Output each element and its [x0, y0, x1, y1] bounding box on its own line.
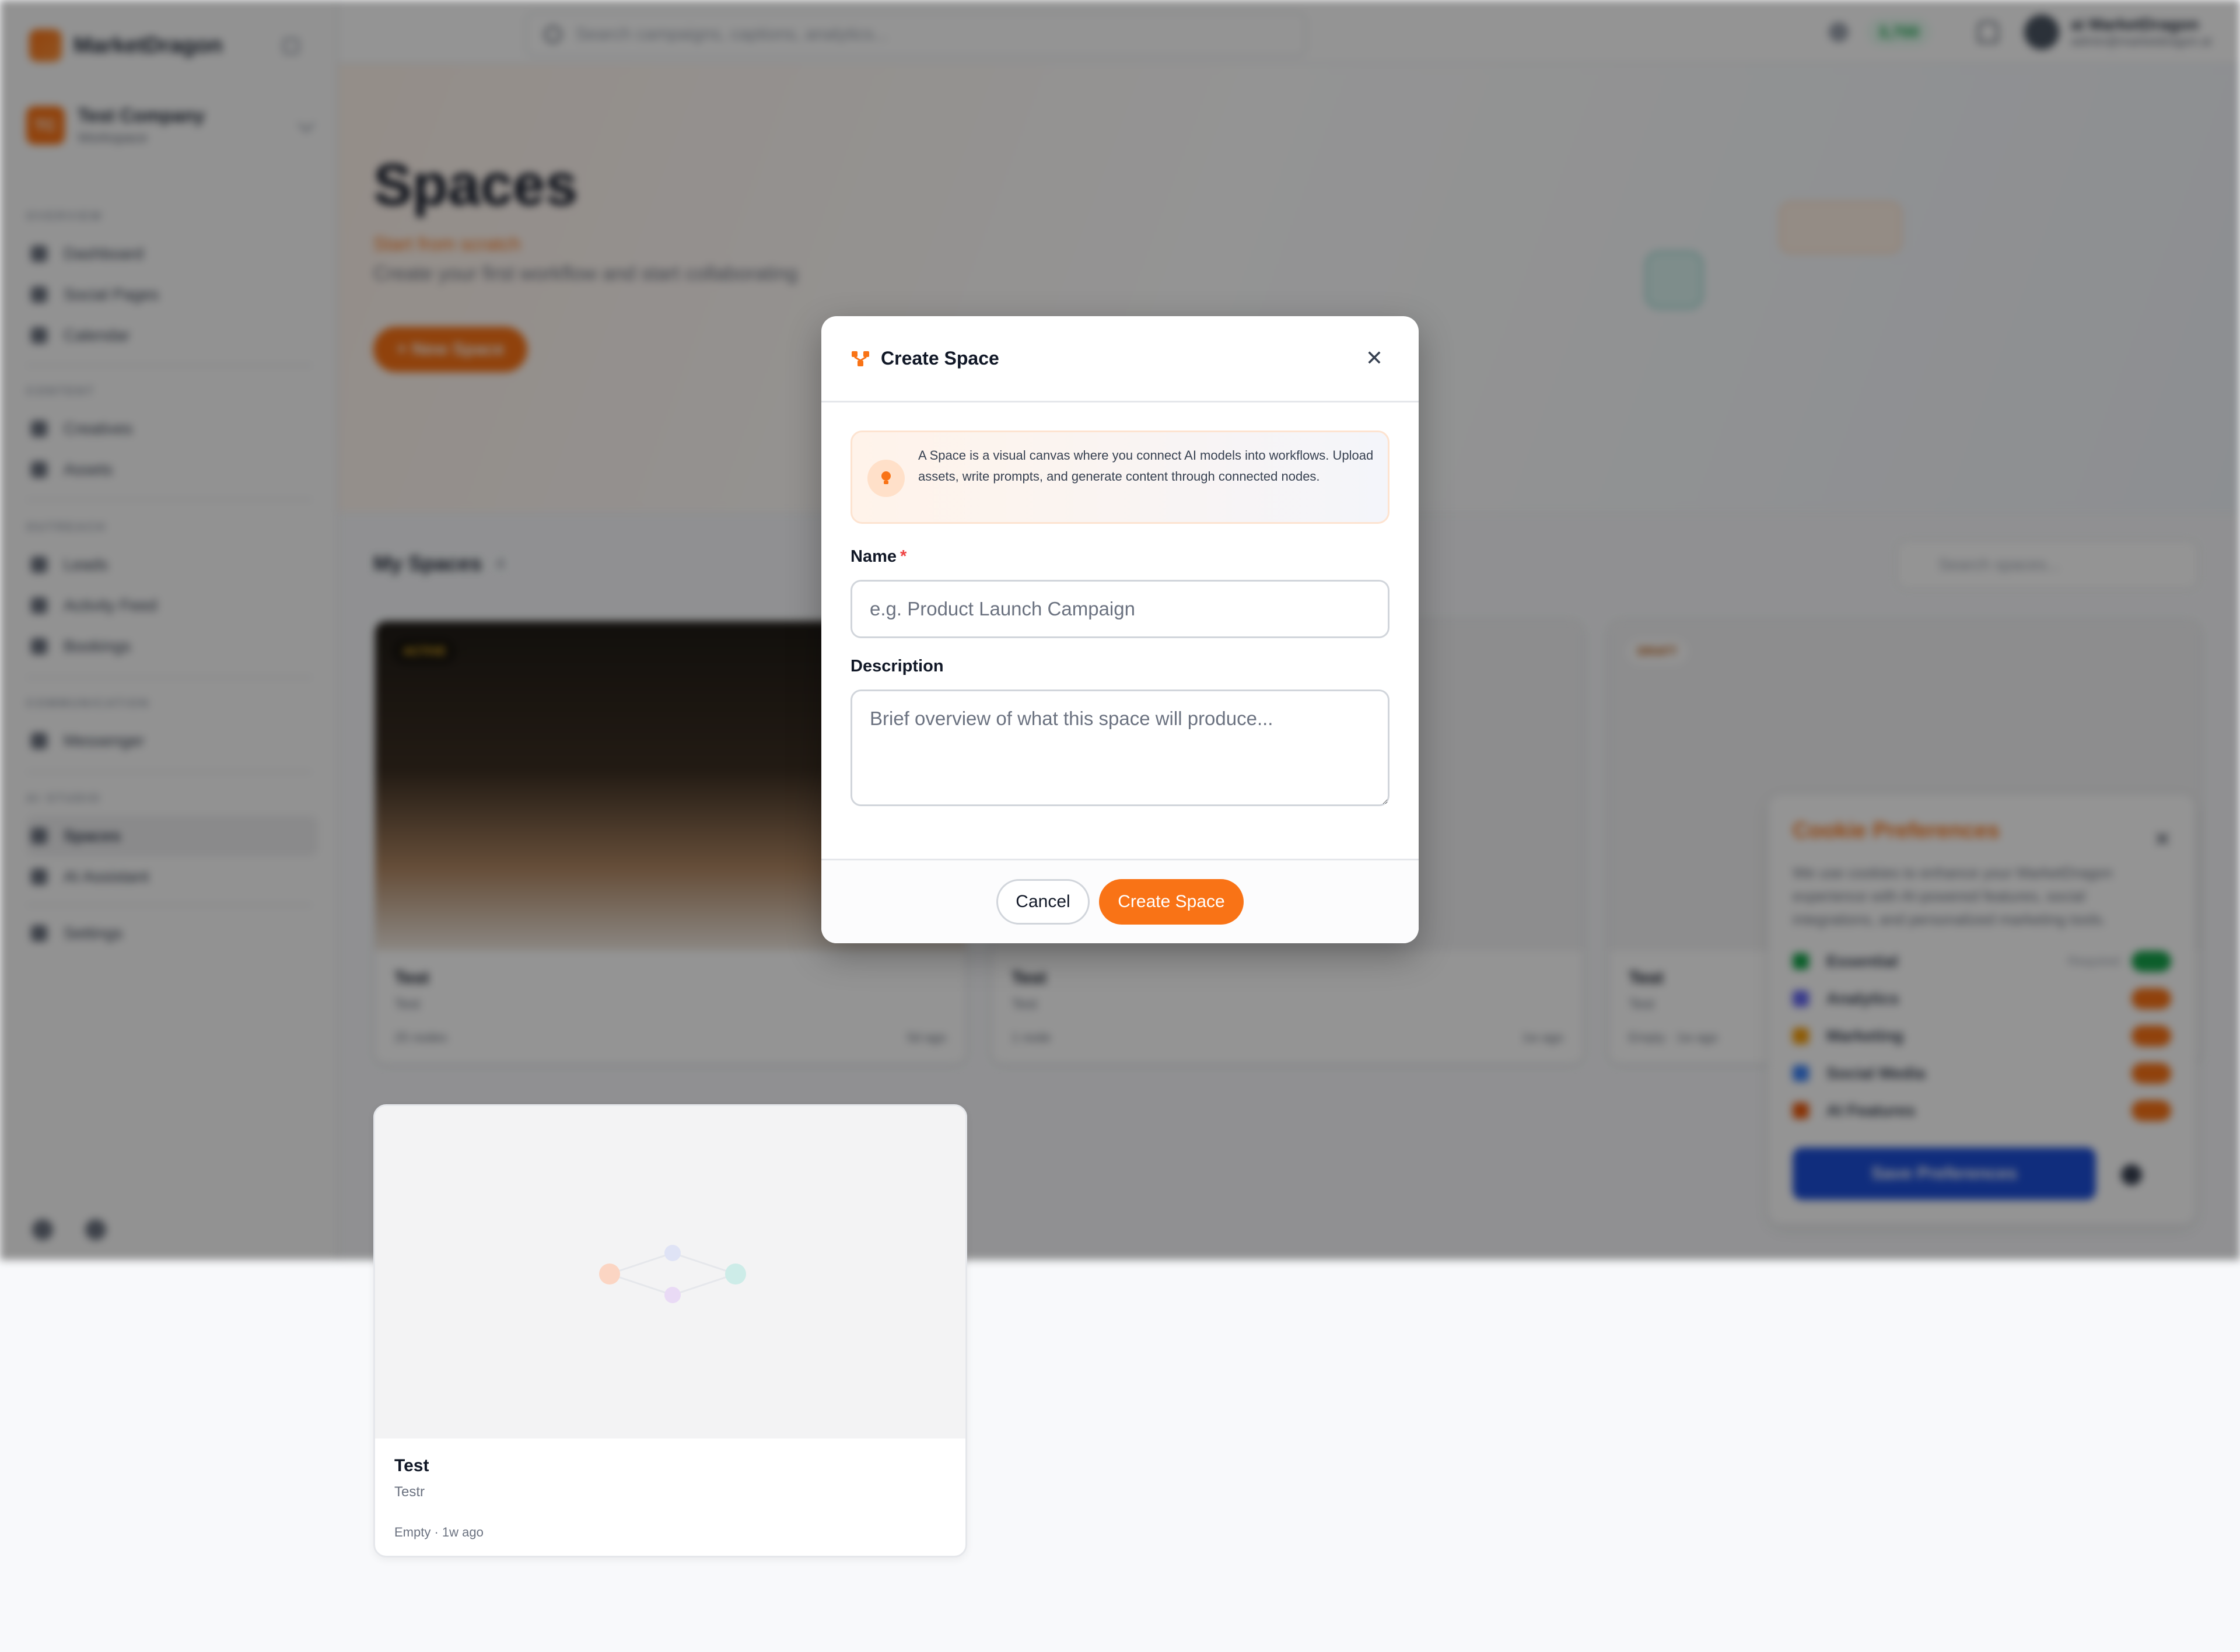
description-textarea[interactable]: [850, 690, 1390, 806]
create-space-button[interactable]: Create Space: [1099, 879, 1244, 925]
card-title: Test: [394, 1456, 429, 1475]
cancel-button[interactable]: Cancel: [996, 879, 1090, 925]
lightbulb-icon: [867, 460, 905, 497]
card-meta: Empty · 1w ago: [394, 1525, 484, 1539]
dialog-footer: Cancel Create Space: [821, 859, 1419, 943]
name-label: Name *: [850, 547, 907, 566]
info-text: A Space is a visual canvas where you con…: [918, 448, 1374, 484]
name-input[interactable]: [850, 580, 1390, 638]
required-mark: *: [900, 547, 907, 566]
dialog-title: Create Space: [881, 348, 999, 369]
info-callout: A Space is a visual canvas where you con…: [850, 430, 1390, 524]
node-dot: [599, 1264, 620, 1284]
node-dot: [664, 1245, 681, 1261]
create-space-dialog: Create Space ✕ A Space is a visual canva…: [821, 316, 1419, 943]
workflow-preview: [599, 1245, 746, 1303]
node-dot: [725, 1264, 746, 1284]
card-description: Testr: [394, 1484, 425, 1500]
dialog-header: Create Space ✕: [821, 316, 1419, 402]
name-label-text: Name: [850, 547, 897, 566]
description-label: Description: [850, 657, 944, 676]
close-icon[interactable]: ✕: [1358, 342, 1391, 374]
workflow-icon: [852, 351, 869, 366]
space-card[interactable]: Test Testr Empty · 1w ago: [373, 1104, 967, 1558]
node-dot: [664, 1287, 681, 1303]
card-thumbnail: [375, 1106, 965, 1438]
